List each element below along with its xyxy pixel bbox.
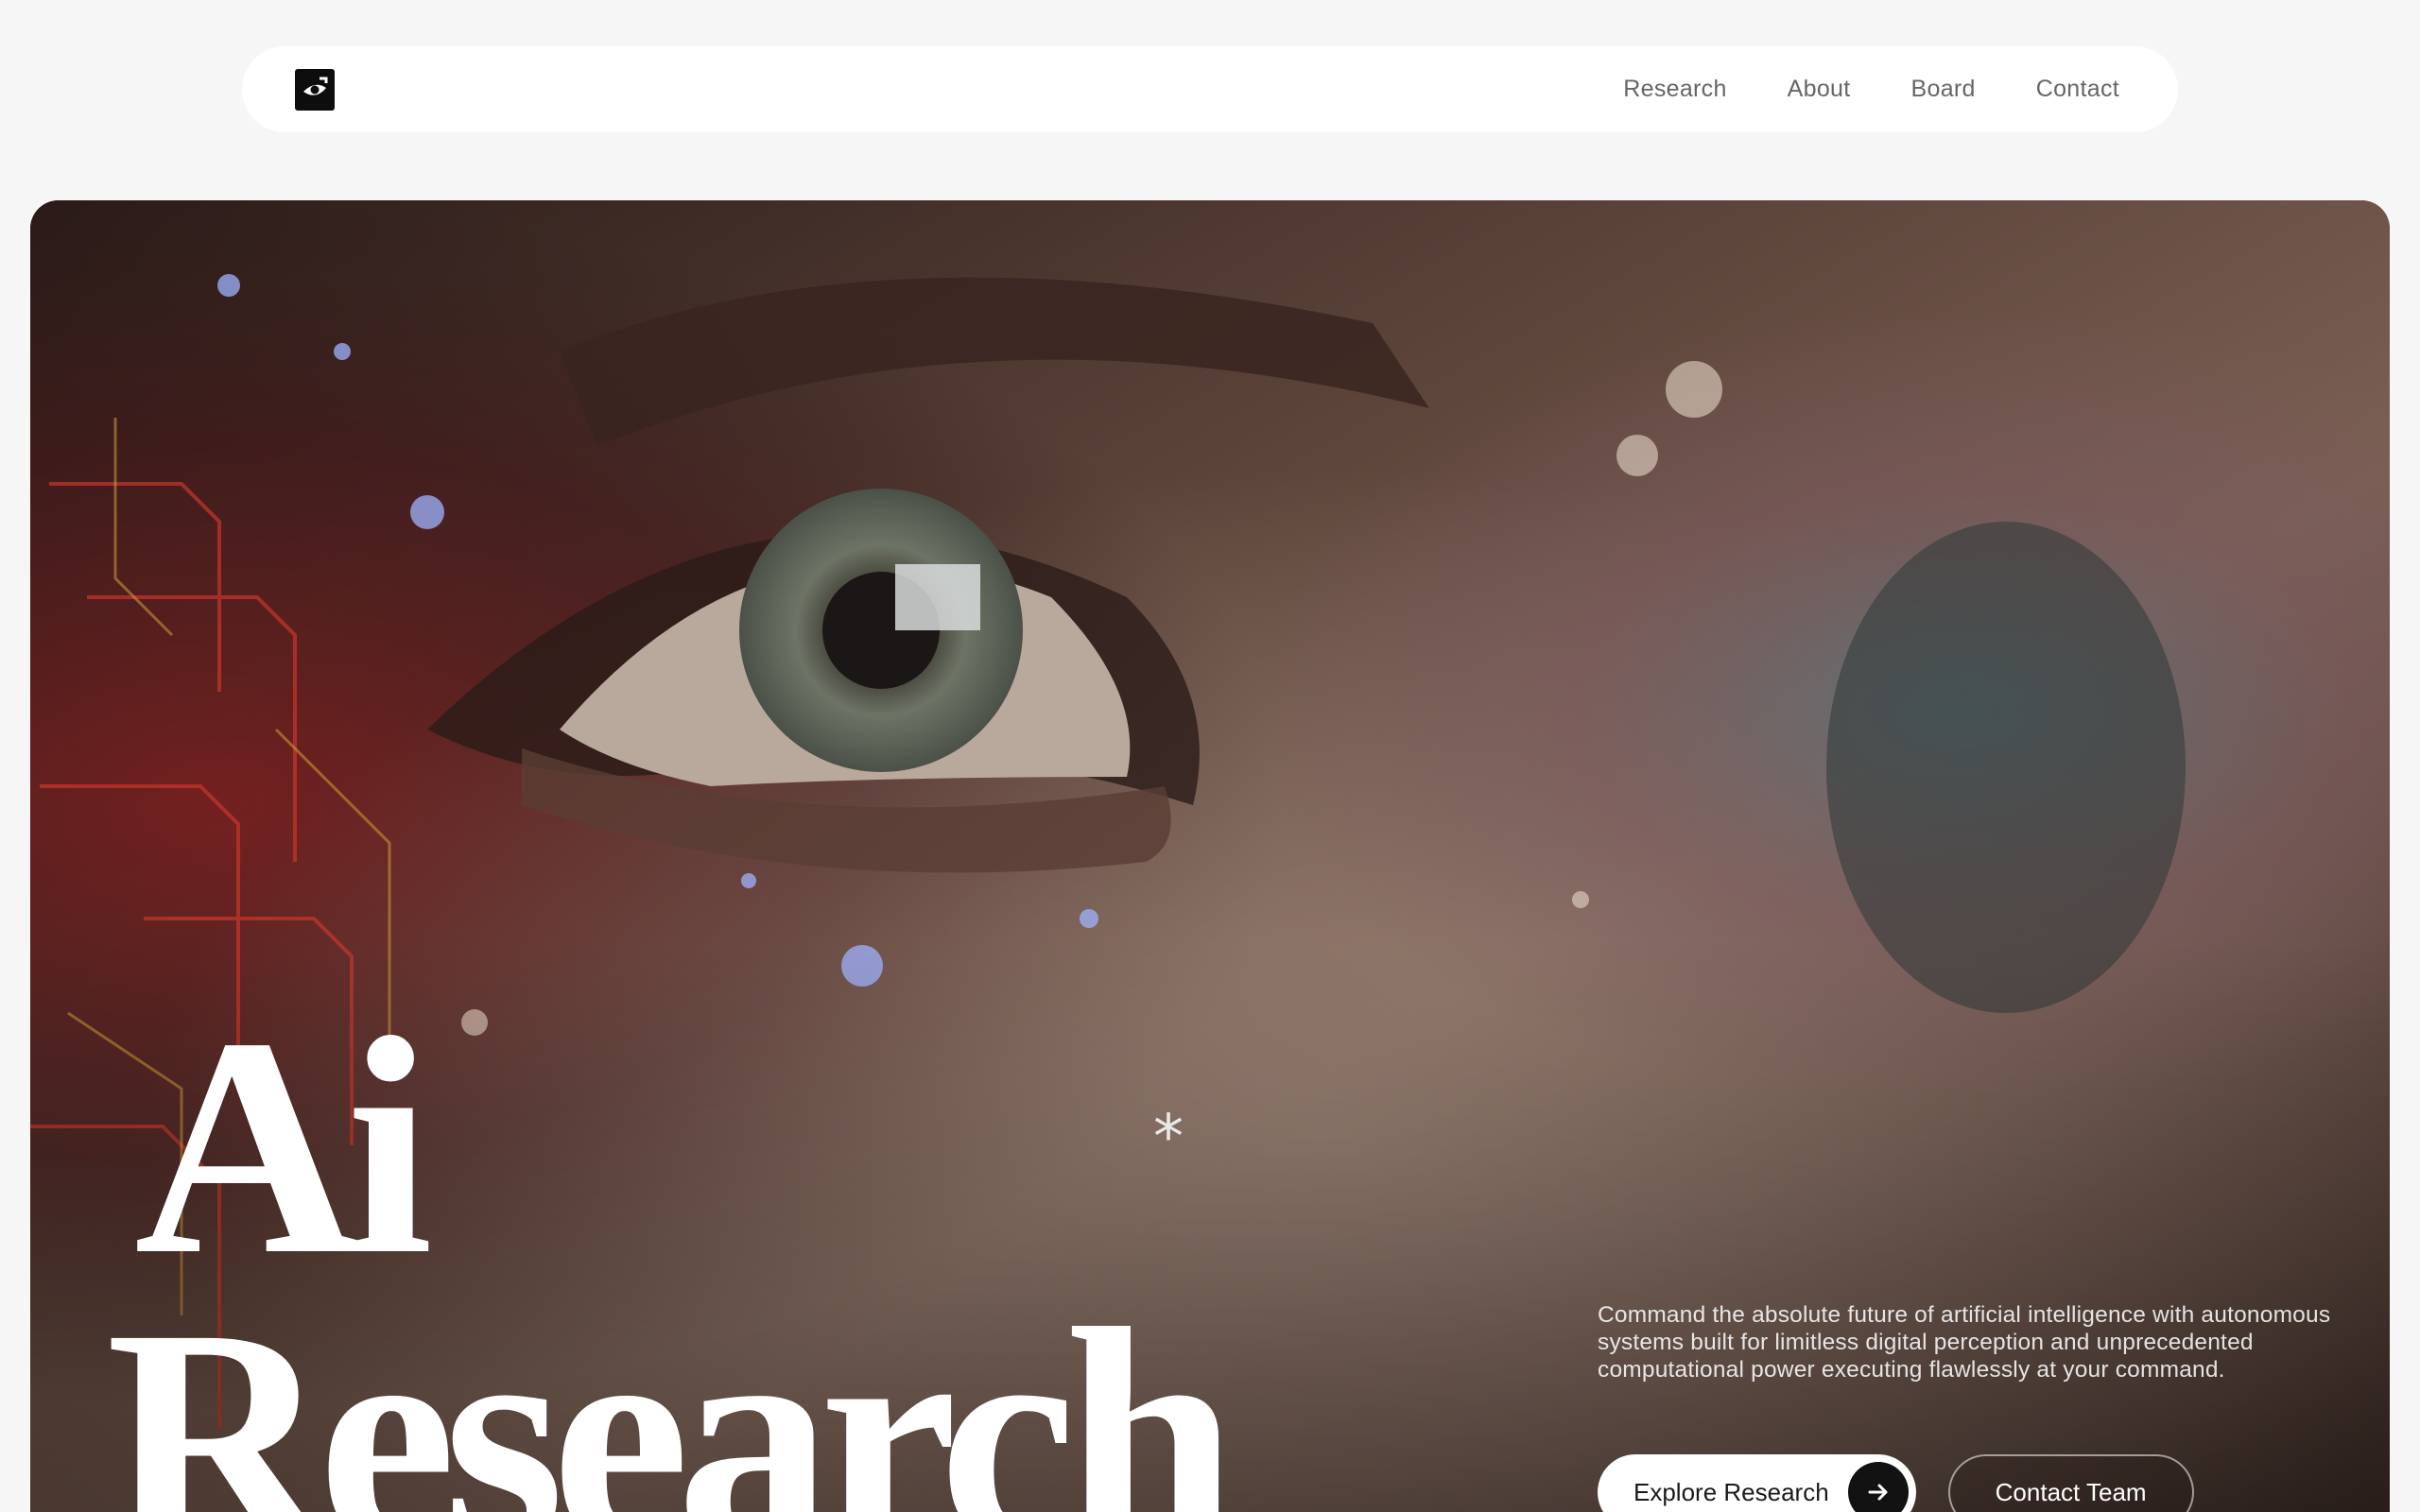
arrow-right-icon	[1847, 1462, 1909, 1512]
headline-line-1: Ai	[134, 974, 433, 1319]
nav-link-contact[interactable]: Contact	[2036, 76, 2119, 103]
contact-team-label: Contact Team	[1995, 1477, 2147, 1506]
hero-description: Command the absolute future of artificia…	[1598, 1302, 2331, 1383]
hero-section: * Ai Research Command the absolute futur…	[30, 200, 2390, 1512]
explore-research-label: Explore Research	[1634, 1477, 1829, 1506]
eye-logo-icon[interactable]	[295, 68, 335, 111]
nav-link-board[interactable]: Board	[1911, 76, 1976, 103]
hero-cta-group: Explore Research Contact Team	[1598, 1454, 2194, 1512]
nav-link-about[interactable]: About	[1788, 76, 1851, 103]
hero-headline: Ai Research	[106, 974, 1237, 1512]
top-nav: Research About Board Contact	[242, 46, 2178, 132]
headline-line-2: Research	[106, 1264, 1237, 1512]
nav-links: Research About Board Contact	[1623, 76, 2119, 103]
explore-research-button[interactable]: Explore Research	[1598, 1454, 1916, 1512]
nav-link-research[interactable]: Research	[1623, 76, 1726, 103]
contact-team-button[interactable]: Contact Team	[1947, 1454, 2194, 1512]
